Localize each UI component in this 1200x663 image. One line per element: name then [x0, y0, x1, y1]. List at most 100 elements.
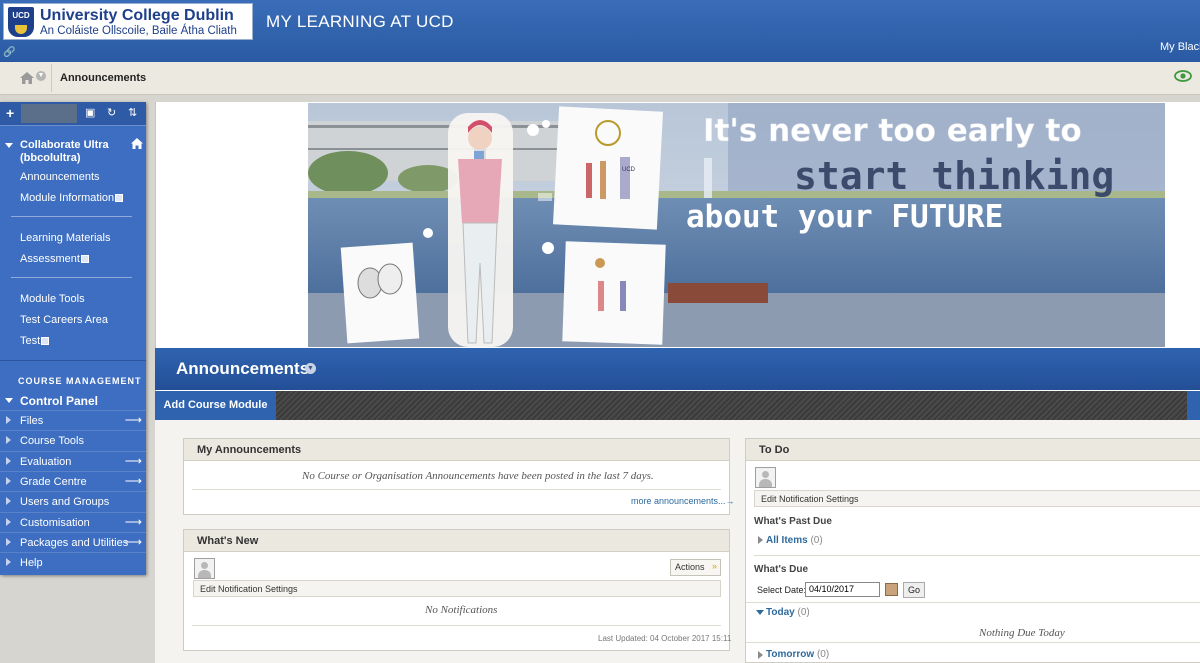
last-updated-text: Last Updated: 04 October 2017 15:11: [598, 634, 732, 643]
svg-text:UCD: UCD: [622, 167, 636, 173]
sidebar-item-learning-materials[interactable]: Learning Materials: [20, 232, 111, 244]
sidebar-item-announcements[interactable]: Announcements: [20, 171, 100, 183]
ucd-crest-icon: UCD: [8, 7, 34, 37]
course-menu: + ▣ ↻ ⇅ Collaborate Ultra (bbcolultra) A…: [0, 102, 146, 575]
expand-icon[interactable]: [6, 537, 11, 546]
edit-icon: [41, 337, 50, 345]
collapse-icon[interactable]: [756, 610, 764, 615]
breadcrumb-current: Announcements: [60, 72, 147, 84]
arrow-right-icon[interactable]: ⟶: [125, 535, 142, 549]
go-button[interactable]: Go: [903, 582, 925, 598]
calendar-icon[interactable]: [885, 583, 898, 596]
ucd-logo[interactable]: UCD University College Dublin An Coláist…: [3, 3, 253, 40]
control-panel-title[interactable]: Control Panel: [20, 394, 98, 408]
expand-icon[interactable]: [6, 456, 11, 465]
expand-icon[interactable]: [6, 497, 11, 506]
page-options-chevron-icon[interactable]: ▼: [305, 363, 316, 374]
edit-notification-settings-link[interactable]: Edit Notification Settings: [193, 580, 721, 597]
date-input[interactable]: 04/10/2017: [805, 582, 880, 597]
module-header[interactable]: My Announcements: [184, 439, 729, 461]
today-link[interactable]: Today (0): [766, 607, 810, 618]
link-icon[interactable]: 🔗: [3, 47, 15, 58]
site-title[interactable]: MY LEARNING AT UCD: [266, 12, 454, 32]
actions-button[interactable]: Actions»: [670, 559, 721, 576]
course-collapse-icon[interactable]: [5, 143, 13, 148]
whats-new-module: What's New Actions» Edit Notification Se…: [183, 529, 732, 651]
control-panel-item-label: Course Tools: [20, 435, 84, 448]
control-panel-item[interactable]: Customisation ⟶: [0, 511, 146, 532]
control-panel-item[interactable]: Help: [0, 552, 146, 572]
eye-icon[interactable]: [1174, 70, 1192, 82]
control-panel-item[interactable]: Evaluation ⟶: [0, 450, 146, 471]
tomorrow-link[interactable]: Tomorrow (0): [766, 649, 829, 660]
university-name: University College Dublin: [40, 7, 234, 24]
expand-icon[interactable]: [758, 536, 763, 544]
my-announcements-module: My Announcements No Course or Organisati…: [183, 438, 735, 515]
sidebar-item-test[interactable]: Test: [20, 335, 50, 347]
expand-icon[interactable]: [6, 436, 11, 445]
expand-icon[interactable]: [6, 416, 11, 424]
expand-icon[interactable]: [758, 651, 763, 659]
control-panel-item-label: Help: [20, 557, 43, 570]
whats-due-heading: What's Due: [754, 564, 809, 575]
more-announcements-link[interactable]: more announcements...→: [631, 496, 735, 506]
edit-notification-settings-link[interactable]: Edit Notification Settings: [754, 490, 1200, 507]
course-home-icon[interactable]: [131, 138, 143, 149]
menu-toolbar-slot: [21, 104, 77, 123]
course-title[interactable]: Collaborate Ultra (bbcolultra): [20, 139, 109, 165]
control-panel-item[interactable]: Files ⟶: [0, 410, 146, 430]
my-blackboard-link[interactable]: My Blackboard: [1160, 41, 1200, 53]
whats-past-due-heading: What's Past Due: [754, 516, 832, 527]
avatar: [194, 558, 215, 579]
module-divider: [192, 625, 721, 626]
svg-text:start thinking: start thinking: [794, 154, 1114, 198]
notifications-empty-text: No Notifications: [425, 604, 498, 616]
refresh-icon[interactable]: ↻: [107, 106, 116, 119]
control-panel-item-label: Grade Centre: [20, 475, 87, 488]
module-title: What's New: [197, 535, 259, 547]
module-header[interactable]: To Do: [746, 439, 1200, 461]
sidebar-item-module-information[interactable]: Module Information: [20, 192, 124, 204]
arrow-right-icon[interactable]: ⟶: [125, 454, 142, 468]
module-header[interactable]: What's New: [184, 530, 729, 552]
control-panel-item-label: Users and Groups: [20, 496, 110, 509]
sidebar-item-assessment[interactable]: Assessment: [20, 253, 89, 265]
content-area-icon: [80, 255, 89, 263]
all-items-link[interactable]: All Items (0): [766, 535, 823, 546]
expand-icon[interactable]: [6, 476, 11, 485]
display-menu-icon[interactable]: ▣: [85, 106, 95, 119]
page-title: Announcements: [176, 359, 310, 378]
control-panel-item-label: Packages and Utilities: [20, 536, 129, 549]
course-management-heading: COURSE MANAGEMENT: [18, 376, 142, 386]
control-panel-item[interactable]: Users and Groups: [0, 491, 146, 511]
expand-icon[interactable]: [6, 558, 11, 567]
home-icon[interactable]: [20, 72, 34, 84]
add-course-module-button[interactable]: Add Course Module: [155, 391, 276, 420]
chevron-down-icon[interactable]: ▼: [36, 71, 46, 81]
arrow-right-icon[interactable]: ⟶: [125, 474, 142, 488]
control-panel-item[interactable]: Course Tools: [0, 430, 146, 450]
arrow-right-icon[interactable]: ⟶: [125, 413, 142, 427]
add-menu-item-icon[interactable]: +: [6, 105, 14, 121]
sidebar-item-test-careers-area[interactable]: Test Careers Area: [20, 314, 108, 326]
control-panel-item[interactable]: Grade Centre ⟶: [0, 470, 146, 491]
arrow-right-icon[interactable]: ⟶: [125, 515, 142, 529]
module-divider: [754, 555, 1200, 556]
announcements-empty-text: No Course or Organisation Announcements …: [302, 470, 654, 482]
sidebar-item-module-tools[interactable]: Module Tools: [20, 293, 85, 305]
action-bar-edge: [1187, 391, 1200, 420]
control-panel-item[interactable]: Packages and Utilities ⟶: [0, 531, 146, 552]
control-panel-collapse-icon[interactable]: [5, 398, 13, 403]
menu-divider: [11, 216, 132, 217]
module-divider: [746, 642, 1200, 643]
to-do-module: To Do Edit Notification Settings What's …: [745, 438, 1200, 663]
svg-text:about your FUTURE: about your FUTURE: [686, 199, 1003, 235]
expand-icon[interactable]: [6, 517, 11, 526]
reorder-icon[interactable]: ⇅: [128, 106, 137, 119]
chevron-down-icon: »: [711, 561, 717, 571]
menu-divider: [11, 277, 132, 278]
module-divider: [192, 489, 721, 490]
breadcrumb-divider: [51, 64, 52, 92]
careers-banner-image: UCD It's never too early to start thinki…: [308, 103, 1165, 347]
module-divider: [746, 602, 1200, 603]
